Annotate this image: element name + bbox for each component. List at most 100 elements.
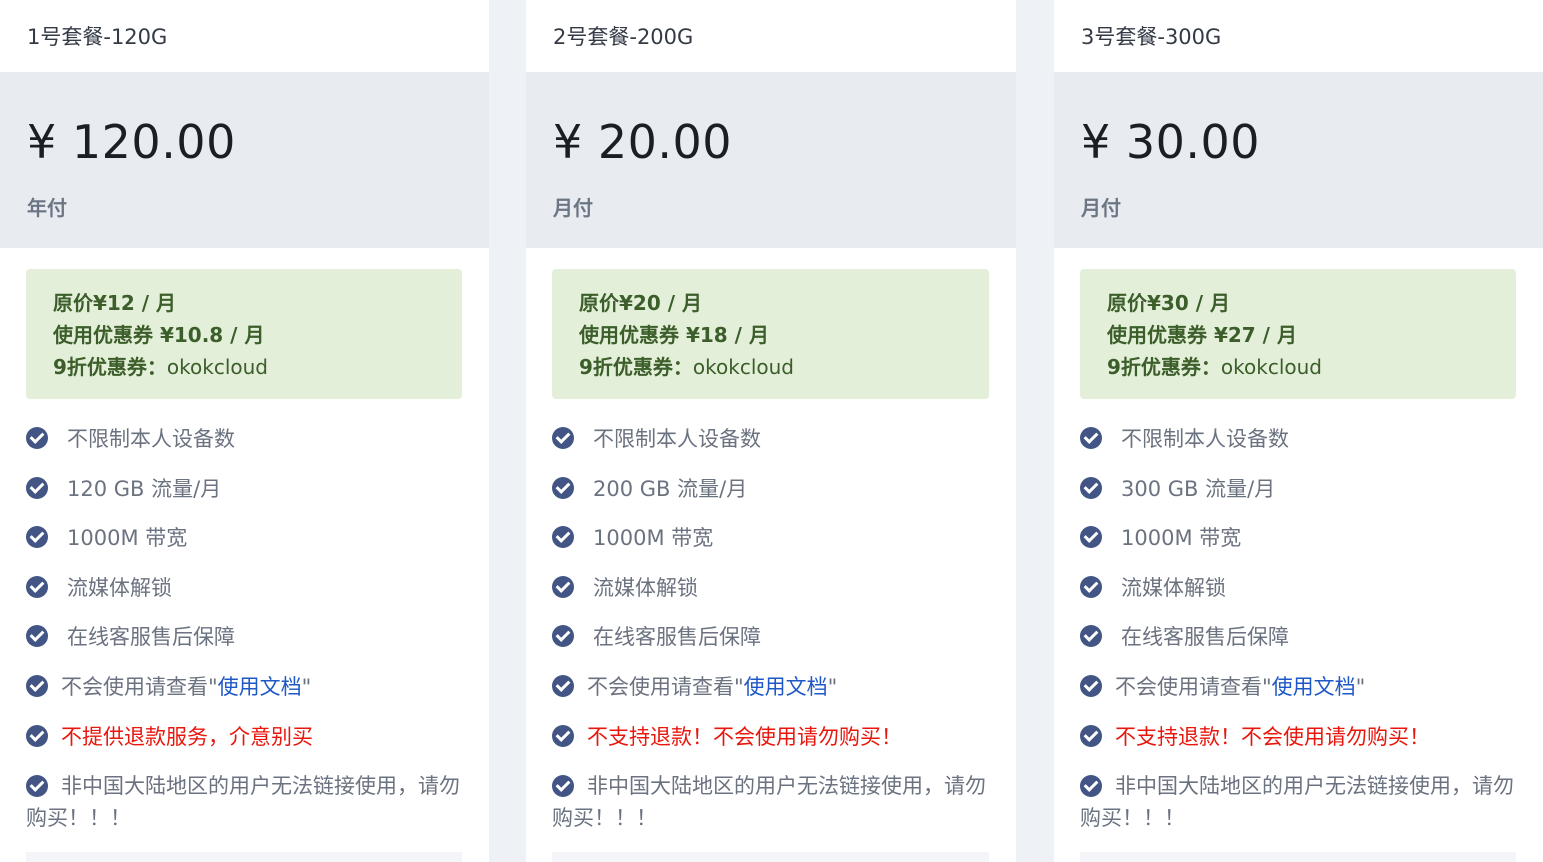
check-circle-icon bbox=[26, 674, 48, 697]
feature-item: 200 GB 流量/月 bbox=[552, 473, 987, 523]
feature-item-region: 非中国大陆地区的用户无法链接使用，请勿购买！！！ bbox=[1080, 770, 1515, 834]
feature-text: 不限制本人设备数 bbox=[67, 427, 235, 451]
price-block: ¥ 120.00 年付 bbox=[0, 72, 489, 248]
check-circle-icon bbox=[552, 526, 574, 549]
feature-item: 不限制本人设备数 bbox=[1080, 423, 1515, 473]
feature-item: 1000M 带宽 bbox=[552, 522, 987, 572]
feature-list: 不限制本人设备数 200 GB 流量/月 1000M 带宽 流媒体解锁 在线客服… bbox=[552, 423, 987, 834]
coupon-price: 使用优惠券 ¥18 / 月 bbox=[579, 323, 769, 347]
check-circle-icon bbox=[26, 476, 48, 499]
docs-prefix: 不会使用请查看" bbox=[587, 674, 744, 699]
coupon-code: okokcloud bbox=[692, 355, 795, 379]
feature-text: 流媒体解锁 bbox=[67, 575, 172, 600]
coupon-line: 9折优惠券：okokcloud bbox=[579, 351, 989, 383]
docs-link[interactable]: 使用文档 bbox=[744, 675, 828, 699]
feature-item: 120 GB 流量/月 bbox=[26, 473, 461, 523]
feature-item: 不会使用请查看"使用文档" bbox=[552, 671, 987, 721]
promo-box: 原价¥30 / 月 使用优惠券 ¥27 / 月 9折优惠券：okokcloud bbox=[1080, 269, 1516, 399]
coupon-label: 9折优惠券： bbox=[53, 355, 167, 379]
check-circle-icon bbox=[1080, 775, 1102, 798]
region-warning: 非中国大陆地区的用户无法链接使用，请勿购买！！！ bbox=[26, 774, 460, 831]
promo-box: 原价¥12 / 月 使用优惠券 ¥10.8 / 月 9折优惠券：okokclou… bbox=[26, 269, 462, 399]
coupon-code: okokcloud bbox=[1220, 355, 1323, 379]
plan-title: 2号套餐-200G bbox=[526, 0, 1016, 72]
check-circle-icon bbox=[26, 526, 48, 549]
plan-title: 1号套餐-120G bbox=[0, 0, 489, 72]
price-block: ¥ 20.00 月付 bbox=[526, 72, 1016, 248]
check-circle-icon bbox=[552, 575, 574, 598]
feature-item-refund: 不支持退款！不会使用请勿购买！ bbox=[552, 721, 987, 771]
docs-suffix: " bbox=[301, 674, 312, 699]
promo-box: 原价¥20 / 月 使用优惠券 ¥18 / 月 9折优惠券：okokcloud bbox=[552, 269, 989, 399]
plan-price: ¥ 20.00 bbox=[553, 115, 733, 169]
coupon-price: 使用优惠券 ¥10.8 / 月 bbox=[53, 323, 265, 347]
feature-text: 在线客服售后保障 bbox=[593, 625, 761, 650]
feature-text: 1000M 带宽 bbox=[1121, 526, 1242, 551]
feature-text: 流媒体解锁 bbox=[593, 575, 698, 600]
feature-text: 200 GB 流量/月 bbox=[593, 476, 748, 501]
plan-price: ¥ 30.00 bbox=[1081, 115, 1261, 169]
plans-grid: 1号套餐-120G ¥ 120.00 年付 原价¥12 / 月 使用优惠券 ¥1… bbox=[0, 0, 1543, 862]
feature-item: 不会使用请查看"使用文档" bbox=[1080, 671, 1515, 721]
feature-list: 不限制本人设备数 300 GB 流量/月 1000M 带宽 流媒体解锁 在线客服… bbox=[1080, 423, 1515, 834]
feature-item: 不会使用请查看"使用文档" bbox=[26, 671, 461, 721]
check-circle-icon bbox=[1080, 476, 1102, 499]
coupon-code: okokcloud bbox=[166, 355, 269, 379]
feature-item: 1000M 带宽 bbox=[1080, 522, 1515, 572]
check-circle-icon bbox=[1080, 625, 1102, 648]
billing-period: 月付 bbox=[1081, 196, 1121, 220]
docs-prefix: 不会使用请查看" bbox=[61, 674, 218, 699]
original-price: 原价¥12 / 月 bbox=[53, 291, 176, 315]
feature-text: 1000M 带宽 bbox=[593, 526, 714, 551]
check-circle-icon bbox=[552, 724, 574, 747]
plan-price: ¥ 120.00 bbox=[27, 115, 236, 169]
original-price: 原价¥30 / 月 bbox=[1107, 291, 1230, 315]
feature-text: 在线客服售后保障 bbox=[1121, 625, 1289, 650]
docs-prefix: 不会使用请查看" bbox=[1115, 674, 1272, 699]
feature-list: 不限制本人设备数 120 GB 流量/月 1000M 带宽 流媒体解锁 在线客服… bbox=[26, 423, 461, 834]
check-circle-icon bbox=[552, 625, 574, 648]
billing-period: 年付 bbox=[27, 196, 67, 220]
docs-suffix: " bbox=[827, 674, 838, 699]
plan-card[interactable]: 2号套餐-200G ¥ 20.00 月付 原价¥20 / 月 使用优惠券 ¥18… bbox=[526, 0, 1016, 862]
region-warning: 非中国大陆地区的用户无法链接使用，请勿购买！！！ bbox=[1080, 774, 1514, 831]
coupon-label: 9折优惠券： bbox=[1107, 355, 1221, 379]
feature-text: 300 GB 流量/月 bbox=[1121, 476, 1276, 501]
plan-card[interactable]: 3号套餐-300G ¥ 30.00 月付 原价¥30 / 月 使用优惠券 ¥27… bbox=[1054, 0, 1543, 862]
feature-item: 在线客服售后保障 bbox=[26, 621, 461, 671]
plan-title: 3号套餐-300G bbox=[1054, 0, 1543, 72]
check-circle-icon bbox=[1080, 526, 1102, 549]
docs-link[interactable]: 使用文档 bbox=[218, 675, 302, 699]
check-circle-icon bbox=[1080, 575, 1102, 598]
check-circle-icon bbox=[26, 775, 48, 798]
check-circle-icon bbox=[1080, 674, 1102, 697]
coupon-price: 使用优惠券 ¥27 / 月 bbox=[1107, 323, 1297, 347]
refund-warning: 不支持退款！不会使用请勿购买！ bbox=[1115, 724, 1430, 749]
feature-item-refund: 不提供退款服务，介意别买 bbox=[26, 721, 461, 771]
feature-text: 不会使用请查看"使用文档" bbox=[1115, 671, 1365, 703]
check-circle-icon bbox=[1080, 724, 1102, 747]
feature-item-region: 非中国大陆地区的用户无法链接使用，请勿购买！！！ bbox=[26, 770, 461, 834]
plan-card[interactable]: 1号套餐-120G ¥ 120.00 年付 原价¥12 / 月 使用优惠券 ¥1… bbox=[0, 0, 489, 862]
feature-text: 120 GB 流量/月 bbox=[67, 476, 222, 501]
bottom-stub bbox=[552, 852, 989, 862]
price-block: ¥ 30.00 月付 bbox=[1054, 72, 1543, 248]
coupon-line: 9折优惠券：okokcloud bbox=[53, 351, 462, 383]
feature-item-region: 非中国大陆地区的用户无法链接使用，请勿购买！！！ bbox=[552, 770, 987, 834]
check-circle-icon bbox=[552, 476, 574, 499]
docs-link[interactable]: 使用文档 bbox=[1272, 675, 1356, 699]
check-circle-icon bbox=[26, 427, 48, 449]
feature-text: 在线客服售后保障 bbox=[67, 625, 235, 650]
check-circle-icon bbox=[26, 575, 48, 598]
check-circle-icon bbox=[552, 427, 574, 449]
bottom-stub bbox=[26, 852, 462, 862]
feature-item: 不限制本人设备数 bbox=[552, 423, 987, 473]
feature-text: 不会使用请查看"使用文档" bbox=[61, 671, 311, 703]
feature-text: 不会使用请查看"使用文档" bbox=[587, 671, 837, 703]
feature-item: 流媒体解锁 bbox=[26, 572, 461, 622]
check-circle-icon bbox=[26, 724, 48, 747]
check-circle-icon bbox=[26, 625, 48, 648]
feature-item: 300 GB 流量/月 bbox=[1080, 473, 1515, 523]
feature-item: 1000M 带宽 bbox=[26, 522, 461, 572]
feature-item: 在线客服售后保障 bbox=[1080, 621, 1515, 671]
